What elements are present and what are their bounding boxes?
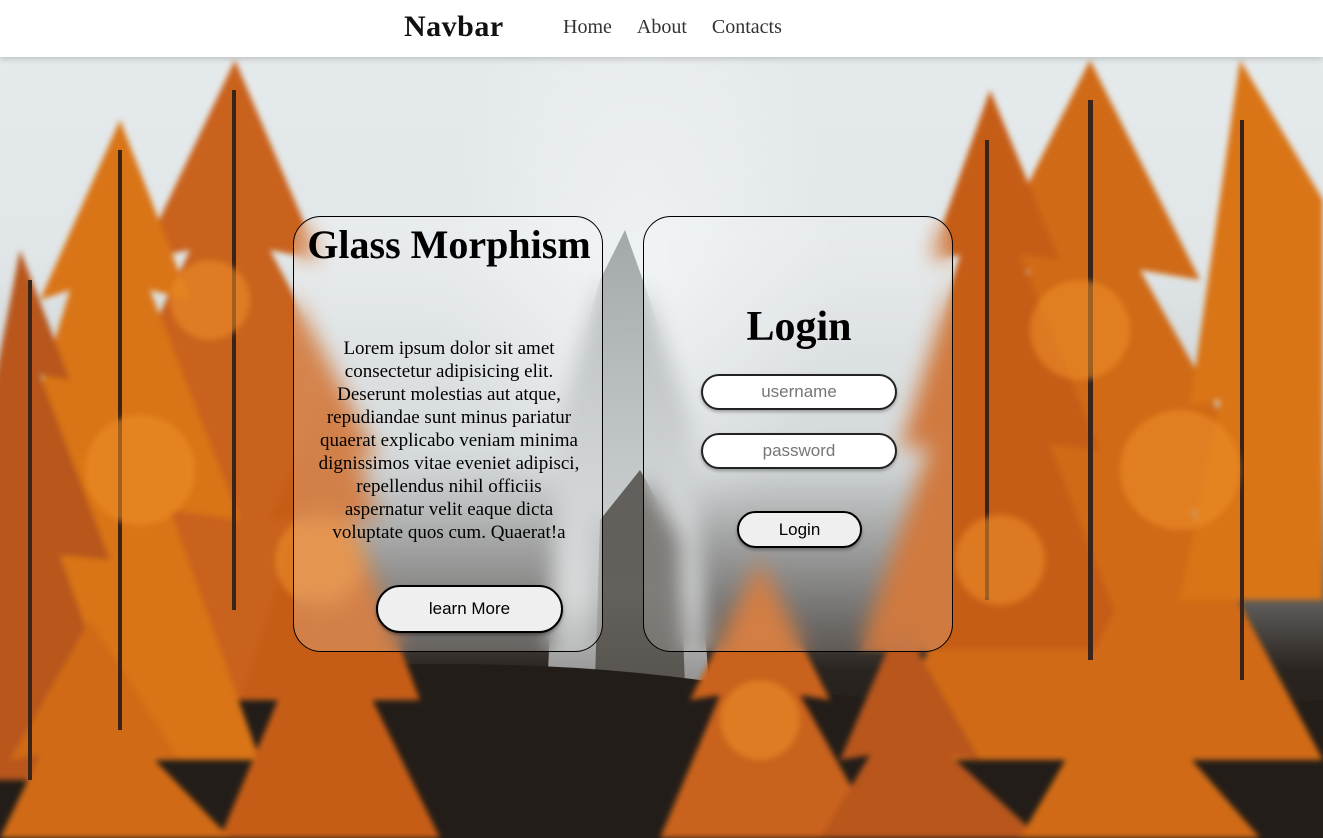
login-button[interactable]: Login xyxy=(737,511,862,548)
navbar: Navbar Home About Contacts xyxy=(0,0,1323,57)
nav-links: Home About Contacts xyxy=(563,16,782,39)
username-input[interactable] xyxy=(701,374,897,410)
password-input[interactable] xyxy=(701,433,897,469)
card-title: Glass Morphism xyxy=(307,222,591,267)
nav-link-about[interactable]: About xyxy=(637,16,687,39)
login-title: Login xyxy=(746,304,852,350)
navbar-brand[interactable]: Navbar xyxy=(404,10,504,44)
learn-more-button[interactable]: learn More xyxy=(376,585,563,633)
nav-link-contacts[interactable]: Contacts xyxy=(712,16,782,39)
nav-link-home[interactable]: Home xyxy=(563,16,612,39)
glass-info-card: Glass Morphism Lorem ipsum dolor sit ame… xyxy=(293,216,603,652)
login-card: Login Login xyxy=(643,216,953,652)
card-body-text: Lorem ipsum dolor sit amet consectetur a… xyxy=(318,338,580,543)
